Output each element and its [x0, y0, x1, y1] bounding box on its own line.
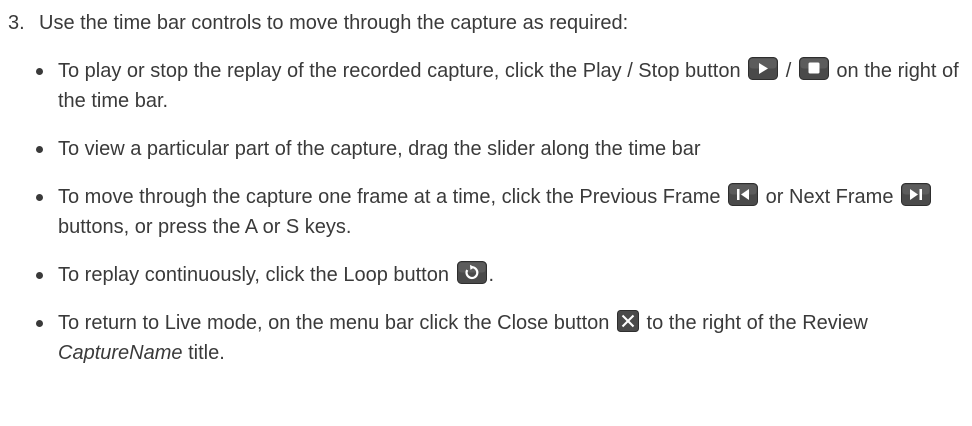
list-item-loop: To replay continuously, click the Loop b… [34, 260, 962, 290]
close-text: To return to Live mode, on the menu bar … [58, 312, 610, 334]
close-after-text: to the right of the Review [646, 312, 868, 334]
frame-middle-text: or Next Frame [765, 186, 894, 208]
controls-list: To play or stop the replay of the record… [34, 56, 962, 386]
list-item-close: To return to Live mode, on the menu bar … [34, 308, 962, 368]
close-icon [616, 310, 639, 332]
bullet-dot [36, 194, 43, 201]
loop-icon [456, 261, 487, 284]
play-icon [748, 57, 779, 80]
play-stop-text: To play or stop the replay of the record… [58, 60, 741, 82]
loop-text: To replay continuously, click the Loop b… [58, 264, 449, 286]
step-number: 3. [8, 12, 25, 34]
next-frame-icon [901, 183, 932, 206]
list-item-slider: To view a particular part of the capture… [34, 134, 962, 164]
bullet-dot [36, 272, 43, 279]
list-item-frame: To move through the capture one frame at… [34, 182, 962, 242]
slider-text: To view a particular part of the capture… [58, 138, 701, 160]
step-text: Use the time bar controls to move throug… [39, 12, 629, 34]
step-heading: 3. Use the time bar controls to move thr… [8, 8, 962, 38]
play-stop-separator: / [785, 60, 792, 82]
bullet-dot [36, 68, 43, 75]
bullet-dot [36, 146, 43, 153]
step-3: 3. Use the time bar controls to move thr… [8, 8, 962, 38]
capture-name-text: CaptureName [58, 342, 183, 364]
close-title-text: title. [188, 342, 225, 364]
previous-frame-icon [728, 183, 759, 206]
loop-after-text: . [488, 264, 495, 286]
list-item-play-stop: To play or stop the replay of the record… [34, 56, 962, 116]
frame-text: To move through the capture one frame at… [58, 186, 721, 208]
stop-icon [798, 57, 829, 80]
frame-after-text: buttons, or press the A or S keys. [58, 216, 352, 238]
bullet-dot [36, 320, 43, 327]
